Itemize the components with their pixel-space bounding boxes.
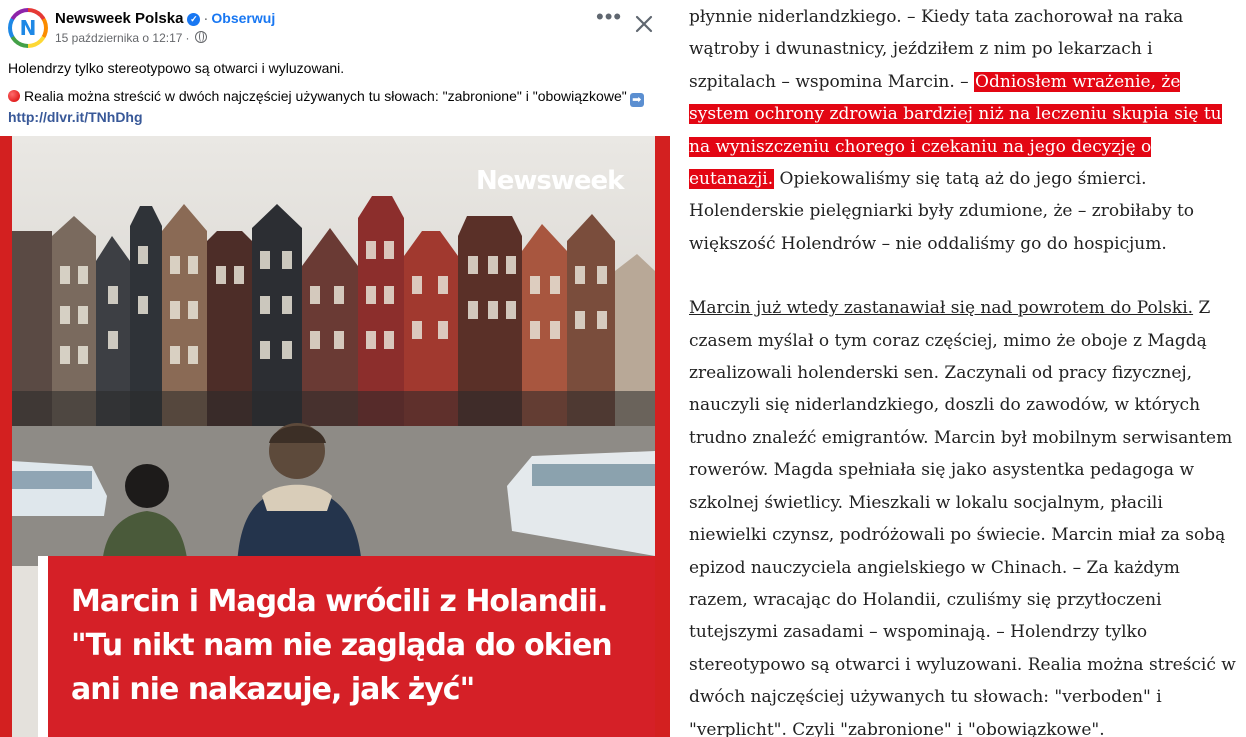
post-date-link[interactable]: 15 października o 12:17 (55, 31, 182, 45)
verified-badge-icon: ✓ (187, 13, 201, 26)
headline-line-2: "Tu nikt nam nie zagląda do okien (71, 628, 613, 663)
separator-dot: · (185, 31, 190, 45)
banner-accent-bar (38, 556, 48, 737)
article-body: płynnie niderlandzkiego. – Kiedy tata za… (689, 1, 1239, 737)
newsweek-logo: Newsweek (476, 166, 624, 196)
post-line-2: Realia można streścić w dwóch najczęście… (8, 86, 658, 127)
article-excerpt: płynnie niderlandzkiego. – Kiedy tata za… (680, 0, 1246, 737)
image-headline: Marcin i Magda wrócili z Holandii. "Tu n… (71, 580, 651, 712)
page-name-link[interactable]: Newsweek Polska (55, 10, 183, 27)
right-arrow-icon: ➡ (629, 93, 644, 107)
more-icon[interactable]: ••• (596, 6, 622, 30)
underlined-sentence: Marcin już wtedy zastanawiał się nad pow… (689, 298, 1194, 319)
follow-button[interactable]: Obserwuj (211, 10, 275, 26)
red-circle-icon (8, 90, 20, 102)
facebook-post: N Newsweek Polska ✓ · Obserwuj 15 październ… (0, 0, 670, 737)
headline-banner: Marcin i Magda wrócili z Holandii. "Tu n… (38, 556, 655, 737)
headline-line-1: Marcin i Magda wrócili z Holandii. (71, 584, 608, 619)
separator-dot: · (203, 10, 209, 27)
headline-line-3: ani nie nakazuje, jak żyć" (71, 672, 475, 707)
post-header: N Newsweek Polska ✓ · Obserwuj 15 październ… (8, 6, 670, 50)
post-text: Holendrzy tylko stereotypowo są otwarci … (8, 58, 658, 135)
newsweek-avatar-icon[interactable]: N (8, 8, 48, 48)
post-link[interactable]: http://dlvr.it/TNhDhg (8, 109, 143, 125)
post-line-2-text: Realia można streścić w dwóch najczęście… (24, 88, 627, 104)
canal-houses-illustration (12, 196, 655, 566)
photo: Newsweek Marcin i Magda wrócili z Holand… (12, 136, 655, 737)
post-line-1: Holendrzy tylko stereotypowo są otwarci … (8, 60, 345, 76)
paragraph-2-rest: Z czasem myślał o tym coraz częściej, mi… (689, 298, 1236, 737)
page-name-row: Newsweek Polska ✓ · Obserwuj (55, 10, 275, 27)
close-icon[interactable] (632, 12, 656, 36)
article-paragraph-2: Marcin już wtedy zastanawiał się nad pow… (689, 292, 1239, 737)
post-timestamp-row: 15 października o 12:17 · (55, 31, 208, 45)
globe-icon (195, 31, 208, 43)
article-paragraph-1: płynnie niderlandzkiego. – Kiedy tata za… (689, 1, 1239, 260)
post-image[interactable]: Newsweek Marcin i Magda wrócili z Holand… (0, 136, 670, 737)
